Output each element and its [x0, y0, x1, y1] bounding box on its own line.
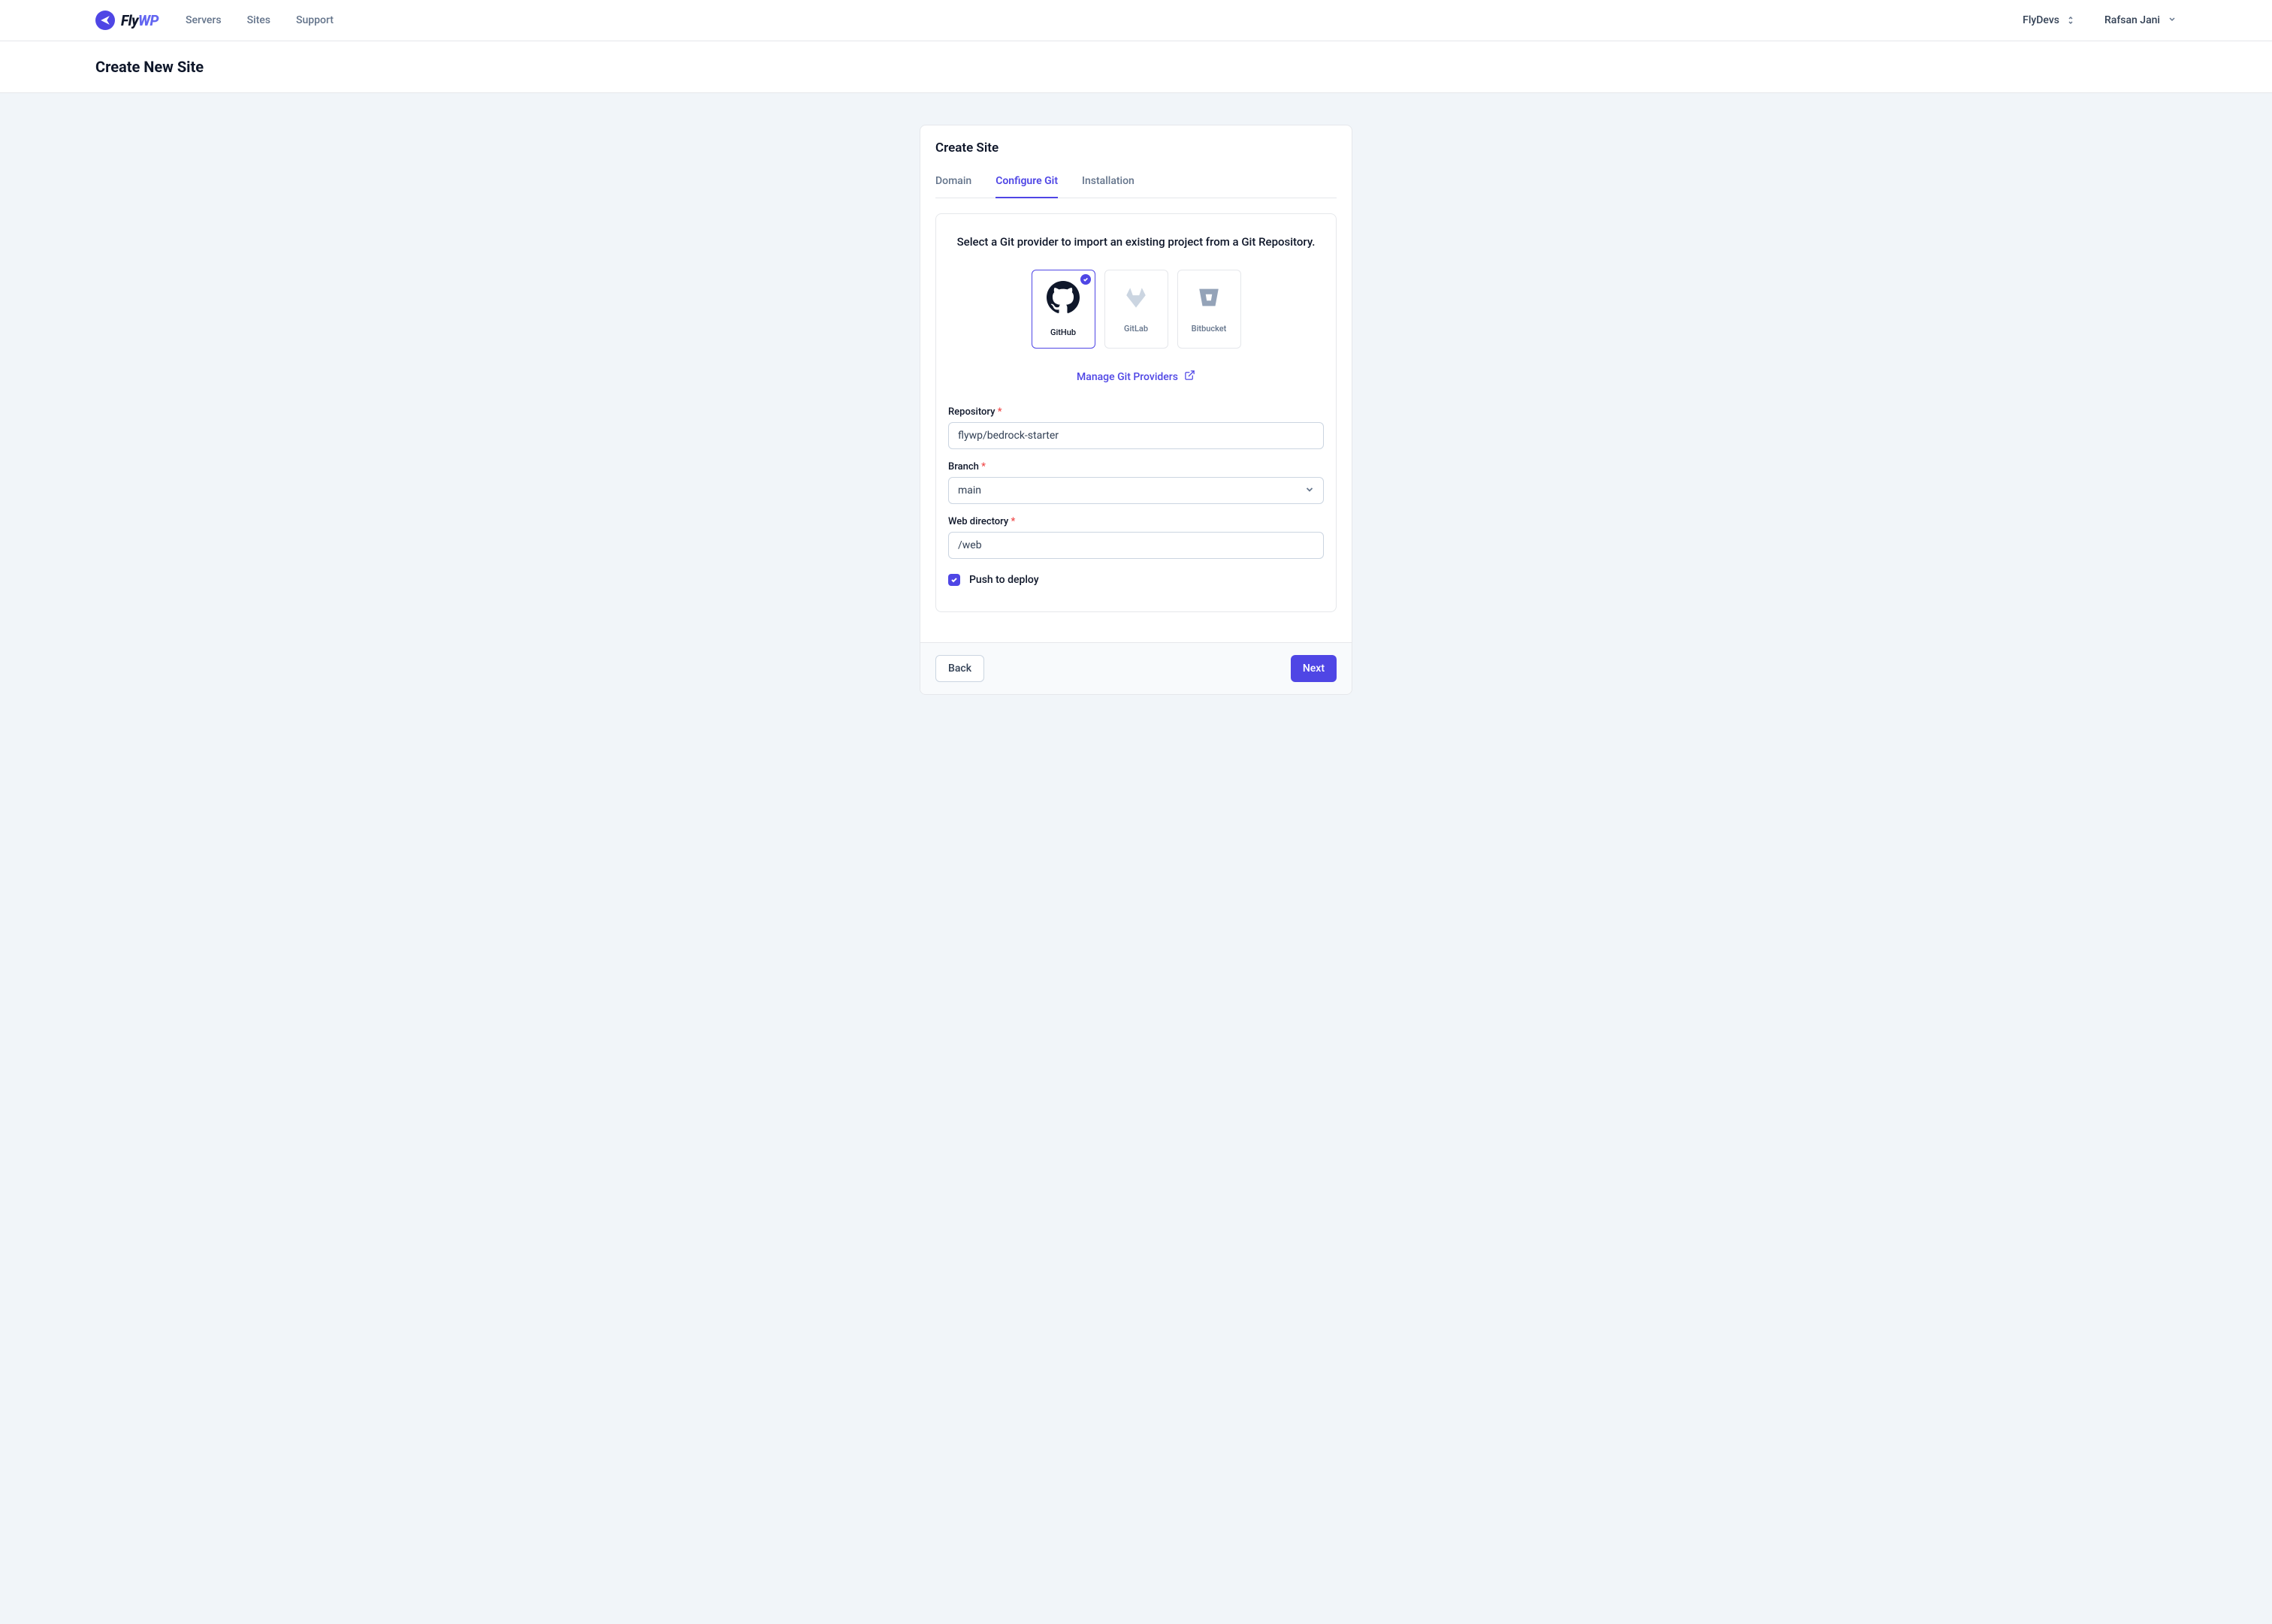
- nav-link-sites[interactable]: Sites: [247, 14, 270, 26]
- provider-label: GitLab: [1124, 324, 1148, 334]
- page-title: Create New Site: [95, 58, 2177, 76]
- provider-list: GitHub GitLab Bitbucket: [948, 270, 1324, 349]
- provider-label: GitHub: [1050, 328, 1076, 337]
- card-title: Create Site: [935, 140, 1337, 155]
- push-to-deploy-checkbox[interactable]: [948, 574, 960, 586]
- next-button[interactable]: Next: [1291, 655, 1337, 682]
- branch-group: Branch * main: [948, 461, 1324, 504]
- git-panel: Select a Git provider to import an exist…: [935, 213, 1337, 612]
- branch-label: Branch *: [948, 461, 1324, 472]
- gitlab-icon: [1123, 285, 1149, 313]
- workspace-name: FlyDevs: [2023, 14, 2059, 26]
- push-to-deploy-label: Push to deploy: [969, 574, 1039, 586]
- logo-icon: [95, 11, 115, 30]
- chevron-down-icon: [2168, 14, 2177, 26]
- tab-domain[interactable]: Domain: [935, 175, 971, 198]
- tab-configure-git[interactable]: Configure Git: [996, 175, 1058, 198]
- nav-left: FlyWP Servers Sites Support: [95, 11, 334, 30]
- external-link-icon: [1184, 370, 1195, 384]
- repository-label: Repository *: [948, 406, 1324, 418]
- tab-installation[interactable]: Installation: [1082, 175, 1134, 198]
- provider-bitbucket[interactable]: Bitbucket: [1177, 270, 1241, 349]
- manage-providers-link[interactable]: Manage Git Providers: [948, 370, 1324, 384]
- repository-group: Repository *: [948, 406, 1324, 449]
- manage-providers-label: Manage Git Providers: [1077, 371, 1178, 383]
- tabs: Domain Configure Git Installation: [935, 175, 1337, 198]
- provider-label: Bitbucket: [1192, 324, 1227, 334]
- logo-text: FlyWP: [121, 12, 159, 29]
- github-icon: [1047, 281, 1080, 317]
- create-site-card: Create Site Domain Configure Git Install…: [920, 125, 1352, 695]
- check-icon: [1080, 274, 1091, 285]
- branch-select[interactable]: main: [948, 477, 1324, 504]
- repository-input[interactable]: [948, 422, 1324, 449]
- provider-github[interactable]: GitHub: [1032, 270, 1095, 349]
- user-name: Rafsan Jani: [2104, 14, 2160, 26]
- sub-header: Create New Site: [0, 41, 2272, 93]
- web-directory-group: Web directory *: [948, 516, 1324, 559]
- card-footer: Back Next: [920, 642, 1352, 694]
- nav-links: Servers Sites Support: [186, 14, 334, 26]
- back-button[interactable]: Back: [935, 655, 984, 682]
- provider-gitlab[interactable]: GitLab: [1104, 270, 1168, 349]
- logo[interactable]: FlyWP: [95, 11, 159, 30]
- nav-link-support[interactable]: Support: [296, 14, 334, 26]
- workspace-selector[interactable]: FlyDevs: [2023, 14, 2074, 26]
- chevron-updown-icon: [2067, 15, 2074, 26]
- top-nav: FlyWP Servers Sites Support FlyDevs Rafs…: [0, 0, 2272, 41]
- panel-description: Select a Git provider to import an exist…: [948, 235, 1324, 249]
- web-directory-label: Web directory *: [948, 516, 1324, 527]
- main-area: Create Site Domain Configure Git Install…: [0, 93, 2272, 1624]
- card-body: Create Site Domain Configure Git Install…: [920, 125, 1352, 627]
- web-directory-input[interactable]: [948, 532, 1324, 559]
- bitbucket-icon: [1196, 285, 1222, 313]
- push-to-deploy-row: Push to deploy: [948, 571, 1324, 593]
- nav-right: FlyDevs Rafsan Jani: [2023, 14, 2177, 26]
- user-menu[interactable]: Rafsan Jani: [2104, 14, 2177, 26]
- nav-link-servers[interactable]: Servers: [186, 14, 222, 26]
